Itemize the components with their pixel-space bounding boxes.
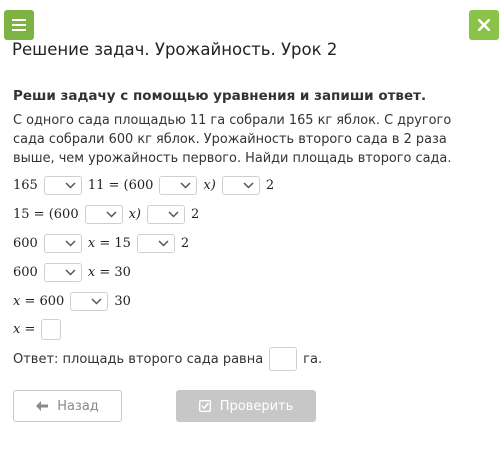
- variable-term: x = 600: [13, 293, 65, 309]
- menu-button[interactable]: [4, 10, 34, 40]
- back-button-label: Назад: [57, 398, 99, 414]
- operator-dropdown[interactable]: [147, 204, 185, 224]
- close-button[interactable]: [469, 10, 499, 40]
- term: 30: [114, 293, 131, 309]
- check-button-label: Проверить: [219, 398, 294, 414]
- equation-row-3: 600 x = 15 2: [13, 232, 192, 254]
- term: 600: [13, 235, 38, 251]
- back-button[interactable]: Назад: [13, 390, 122, 422]
- operator-dropdown[interactable]: [70, 291, 109, 311]
- task-instruction: Реши задачу с помощью уравнения и запиши…: [13, 88, 427, 104]
- term: 2: [191, 206, 200, 222]
- operator-dropdown[interactable]: [159, 175, 198, 195]
- problem-text: С одного сада площадью 11 га собрали 165…: [13, 113, 452, 166]
- close-icon: [478, 19, 490, 31]
- chevron-down-icon: [243, 181, 254, 189]
- chevron-down-icon: [180, 181, 191, 189]
- chevron-down-icon: [65, 239, 76, 247]
- area-answer-input[interactable]: [269, 347, 298, 371]
- answer-prefix: Ответ: площадь второго сада равна: [13, 351, 264, 367]
- equation-row-2: 15 = (600 x) 2: [13, 203, 202, 225]
- term: 165: [13, 177, 38, 193]
- variable-term: x): [128, 206, 141, 222]
- variable-term: x = 30: [87, 264, 131, 280]
- chevron-down-icon: [106, 210, 117, 218]
- variable-term: x =: [13, 321, 36, 337]
- chevron-down-icon: [168, 210, 179, 218]
- x-answer-input[interactable]: [41, 318, 62, 340]
- variable-term: x = 15: [87, 235, 131, 251]
- chevron-down-icon: [91, 297, 102, 305]
- page-title: Решение задач. Урожайность. Урок 2: [12, 40, 338, 59]
- term: 15 = (600: [13, 206, 79, 222]
- chevron-down-icon: [65, 181, 76, 189]
- operator-dropdown[interactable]: [136, 233, 175, 253]
- operator-dropdown[interactable]: [43, 175, 82, 195]
- term: 2: [180, 235, 190, 251]
- chevron-down-icon: [65, 268, 76, 276]
- operator-dropdown[interactable]: [43, 233, 82, 253]
- arrow-left-icon: [36, 401, 49, 411]
- chevron-down-icon: [158, 239, 169, 247]
- hamburger-icon: [12, 19, 26, 31]
- operator-dropdown[interactable]: [221, 175, 260, 195]
- variable-term: x): [203, 177, 216, 193]
- equation-row-1: 165 11 = (600 x) 2: [13, 174, 277, 196]
- checkbox-icon: [198, 400, 211, 412]
- equation-row-4: 600 x = 30: [13, 261, 134, 283]
- term: 2: [265, 177, 275, 193]
- term: 11 = (600: [87, 177, 154, 193]
- term: 600: [13, 264, 38, 280]
- answer-suffix: га.: [303, 351, 323, 367]
- answer-line: Ответ: площадь второго сада равна га.: [13, 346, 322, 372]
- equation-row-6: x =: [13, 318, 62, 340]
- check-button[interactable]: Проверить: [176, 390, 316, 422]
- operator-dropdown[interactable]: [84, 204, 123, 224]
- equation-row-5: x = 600 30: [13, 290, 134, 312]
- operator-dropdown[interactable]: [43, 262, 82, 282]
